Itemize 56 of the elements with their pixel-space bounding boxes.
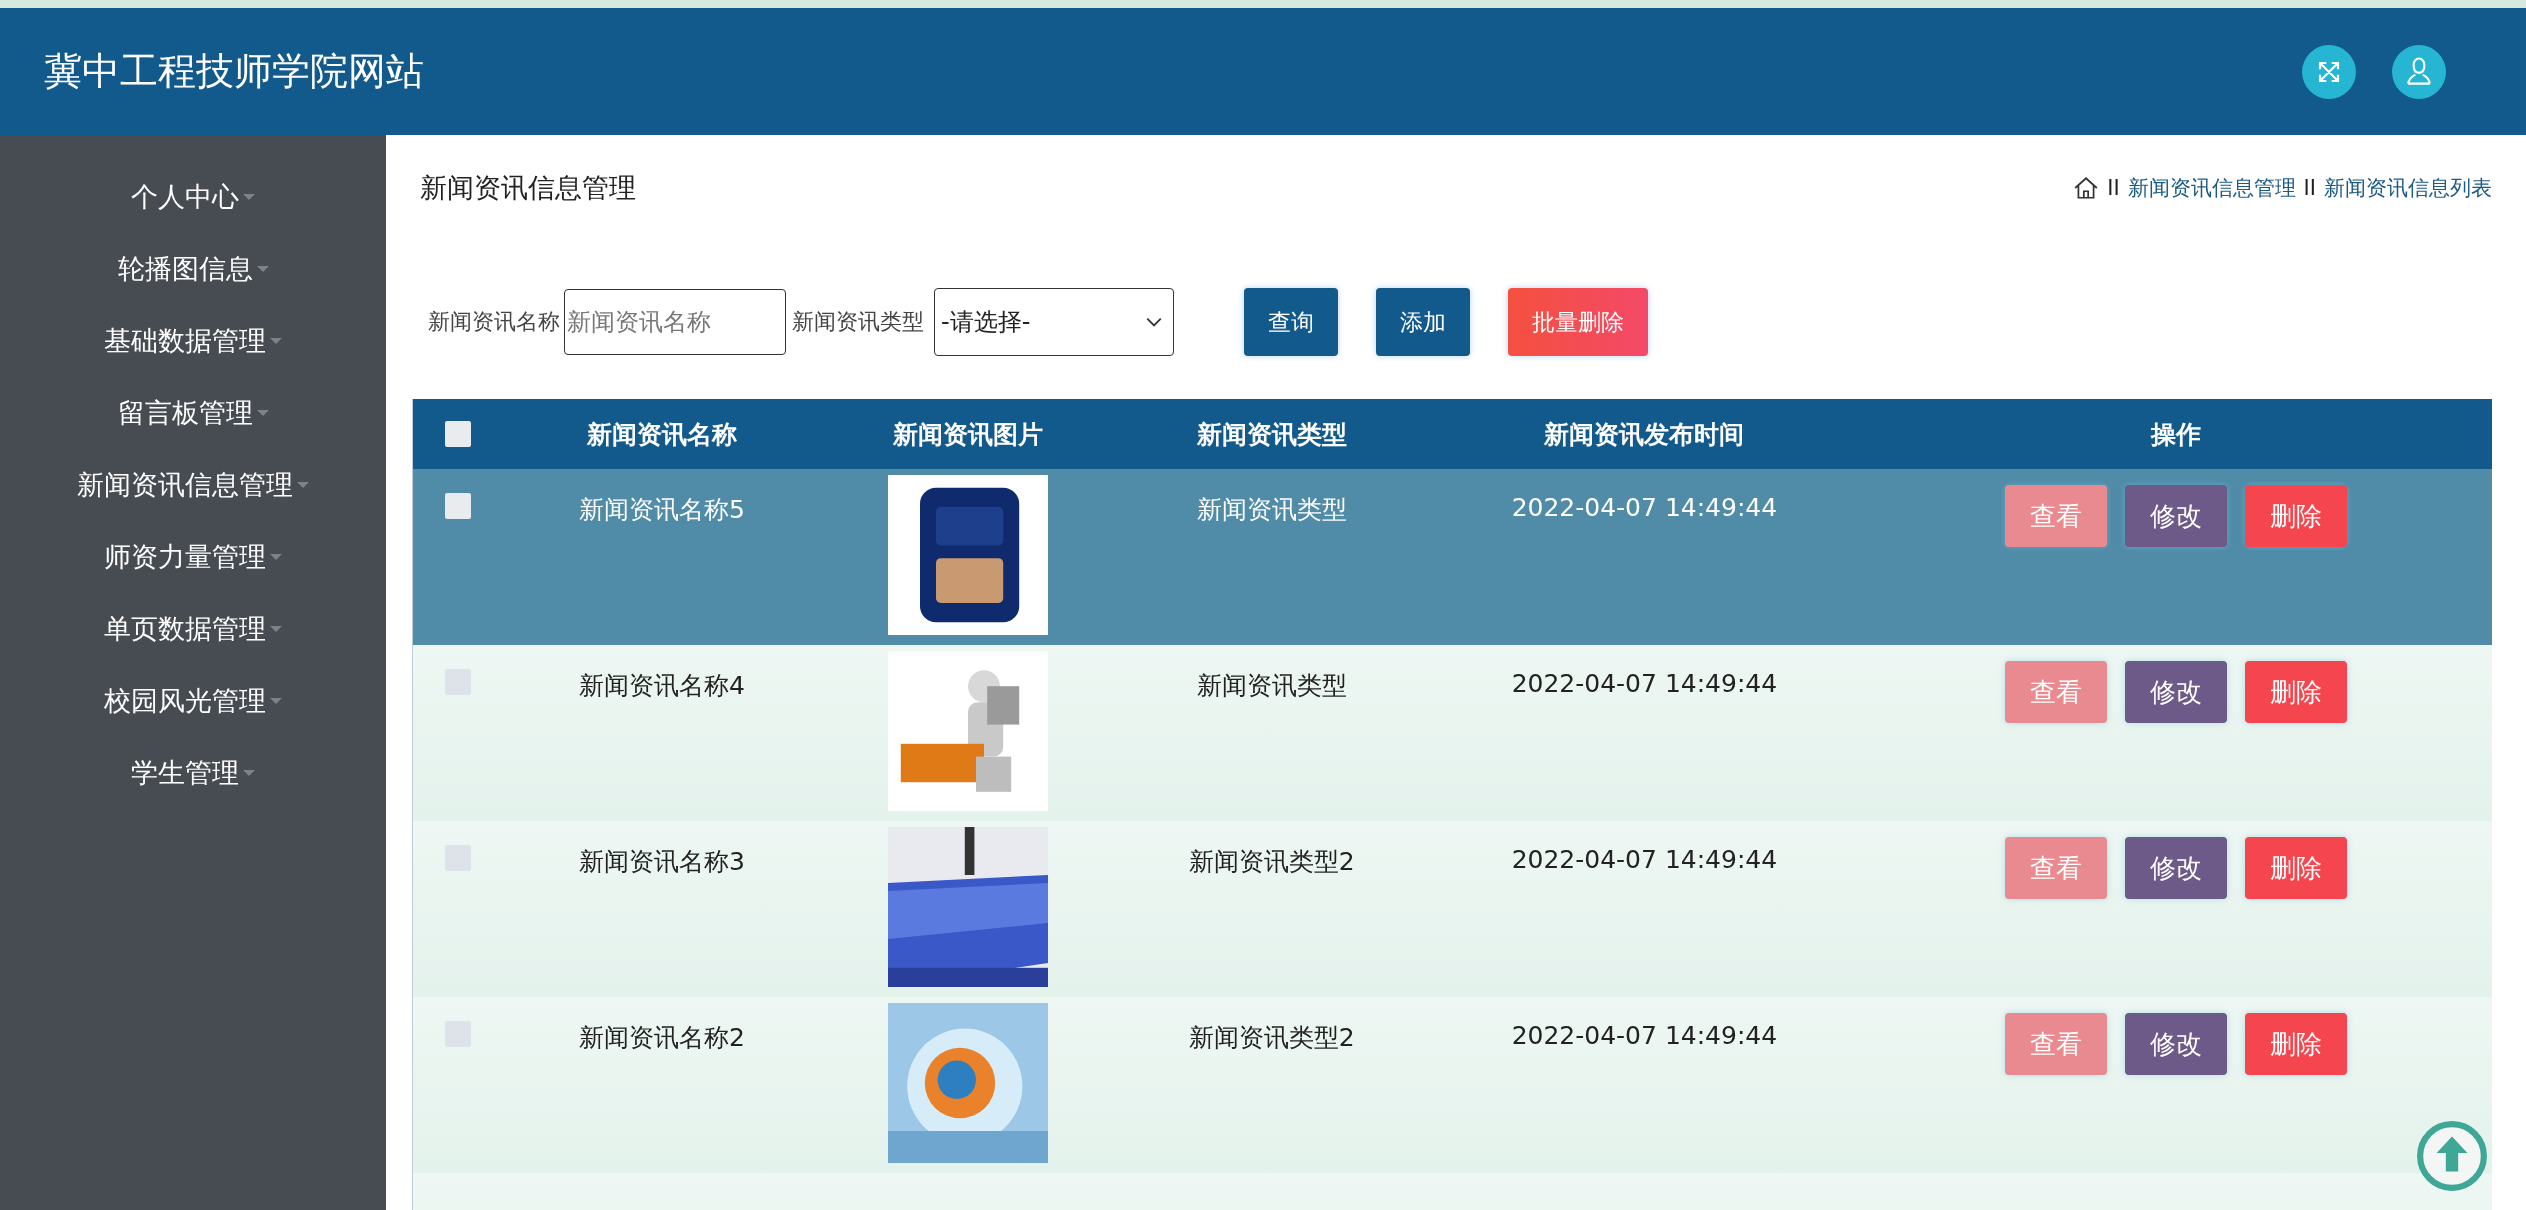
table-cell: 2022-04-07 14:49:44 xyxy=(1511,669,1778,698)
toolbar-button[interactable]: 查询 xyxy=(1244,288,1338,356)
select-all-checkbox[interactable] xyxy=(444,421,471,447)
table-cell-text: 新闻资讯类型2 xyxy=(1188,846,1355,878)
table-cell-text: 新闻资讯名称4 xyxy=(578,670,745,702)
sidebar-item[interactable]: 校园风光管理 xyxy=(104,681,282,721)
row-action-button[interactable]: 删除 xyxy=(2245,661,2348,723)
field-label: 新闻资讯类型 xyxy=(792,308,924,336)
table-row[interactable]: 新闻资讯名称4 新闻资讯类型 2022-04-07 14:49:44 查看 修改 删除 xyxy=(413,645,2492,821)
table-row[interactable]: 新闻资讯名称5 新闻资讯类型 2022-04-07 14:49:44 查看 修改 删除 xyxy=(413,469,2492,645)
row-action-button[interactable]: 修改 xyxy=(2125,661,2228,723)
breadcrumb-separator: II xyxy=(2303,176,2316,200)
row-action-button[interactable]: 删除 xyxy=(2245,1013,2348,1075)
table-row[interactable]: 新闻资讯名称3 新闻资讯类型2 2022-04-07 14:49:44 查看 修改 删除 xyxy=(413,821,2492,997)
table-row[interactable]: 新闻资讯名称2 新闻资讯类型2 2022-04-07 14:49:44 查看 修改 删除 xyxy=(413,997,2492,1173)
column-header: 操作 xyxy=(2151,418,2202,451)
row-action-button[interactable]: 修改 xyxy=(2125,837,2228,899)
table-cell-text: 新闻资讯名称3 xyxy=(578,846,745,878)
row-checkbox[interactable] xyxy=(444,493,471,519)
table-cell-text: 新闻资讯类型2 xyxy=(1188,1022,1355,1054)
field-label: 新闻资讯名称 xyxy=(428,308,560,336)
table-cell-text: 新闻资讯类型 xyxy=(1196,494,1347,526)
sidebar-item[interactable]: 留言板管理 xyxy=(117,393,269,433)
table-cell-text: 新闻资讯类型 xyxy=(1196,670,1347,702)
fullscreen-icon[interactable] xyxy=(2302,44,2356,99)
table-cell: 2022-04-07 14:49:44 xyxy=(1511,845,1778,874)
table-cell-text: 新闻资讯名称5 xyxy=(578,494,745,526)
table-cell-text: 新闻资讯名称2 xyxy=(578,1022,745,1054)
type-select[interactable]: -请选择- xyxy=(934,288,1174,356)
sidebar-item[interactable]: 师资力量管理 xyxy=(104,537,282,577)
sidebar-item[interactable]: 单页数据管理 xyxy=(104,609,282,649)
name-input[interactable]: 新闻资讯名称 xyxy=(564,289,786,355)
table-cell: 2022-04-07 14:49:44 xyxy=(1511,1021,1778,1050)
home-icon[interactable] xyxy=(2073,175,2100,201)
row-action-button[interactable]: 删除 xyxy=(2245,485,2348,547)
column-header: 新闻资讯名称 xyxy=(586,418,737,451)
user-icon[interactable] xyxy=(2392,44,2446,99)
column-header: 新闻资讯图片 xyxy=(892,418,1043,451)
page-title: 新闻资讯信息管理 xyxy=(420,171,636,205)
sidebar-item[interactable]: 新闻资讯信息管理 xyxy=(77,465,309,505)
breadcrumb-separator: II xyxy=(2107,176,2120,200)
toolbar-button[interactable]: 添加 xyxy=(1376,288,1470,356)
sidebar-item[interactable]: 学生管理 xyxy=(131,753,255,793)
chevron-icon[interactable] xyxy=(1145,316,1163,328)
site-title: 冀中工程技师学院网站 xyxy=(44,48,424,95)
breadcrumb-link[interactable]: 新闻资讯信息管理 xyxy=(2127,174,2296,202)
sidebar-item[interactable]: 个人中心 xyxy=(131,177,255,217)
sidebar-item[interactable]: 基础数据管理 xyxy=(104,321,282,361)
sidebar-item[interactable]: 轮播图信息 xyxy=(117,249,269,289)
row-action-button[interactable]: 修改 xyxy=(2125,485,2228,547)
breadcrumb-link[interactable]: 新闻资讯信息列表 xyxy=(2324,174,2492,202)
row-action-button[interactable]: 修改 xyxy=(2125,1013,2228,1075)
column-header: 新闻资讯发布时间 xyxy=(1544,418,1745,451)
column-header: 新闻资讯类型 xyxy=(1196,418,1347,451)
row-action-button[interactable]: 删除 xyxy=(2245,837,2348,899)
table-cell: 2022-04-07 14:49:44 xyxy=(1511,493,1778,522)
